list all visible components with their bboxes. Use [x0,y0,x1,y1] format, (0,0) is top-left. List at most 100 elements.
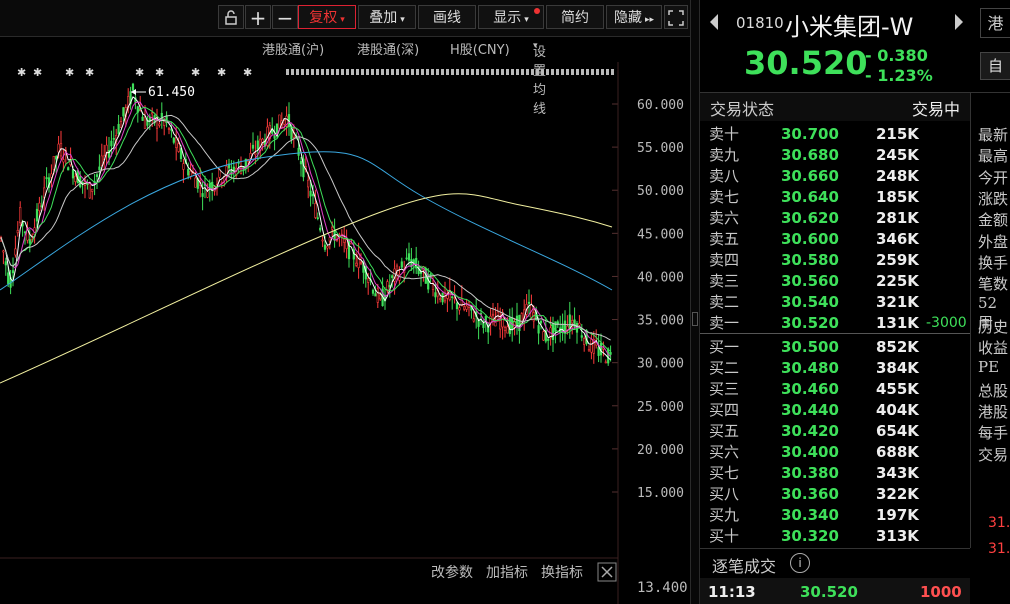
candle-body [57,143,60,153]
event-marker-icon [356,69,359,75]
ask-level-row[interactable]: 卖四 30.580 259K [700,250,970,271]
candle-body [587,349,591,352]
hide-button[interactable]: 隐藏 ▸▸ [606,5,662,29]
candle-body [453,297,456,300]
candle-body [16,230,19,234]
bid-level-row[interactable]: 买三 30.460 455K [700,379,970,400]
level-price: 30.580 [781,251,839,269]
y-tick-label: 45.000 [637,227,684,242]
ask-level-row[interactable]: 卖七 30.640 185K [700,187,970,208]
bid-level-row[interactable]: 买十 30.320 313K [700,526,970,547]
event-marker-icon [536,69,539,75]
event-marker-icon [441,69,444,75]
candle-body [88,182,91,199]
panel-splitter[interactable] [690,0,700,604]
zoom-in-button[interactable]: + [245,5,271,30]
candle-body [122,107,125,117]
ask-level-row[interactable]: 卖六 30.620 281K [700,208,970,229]
candle-body [326,246,329,249]
swap-indicator-link[interactable]: 换指标 [541,564,583,581]
bid-level-row[interactable]: 买二 30.480 384K [700,358,970,379]
hk-connect-sz-link[interactable]: 港股通(深) [357,39,419,58]
add-watchlist-button[interactable]: 自选 [980,52,1010,80]
event-marker-icon [491,69,494,75]
level-volume: 281K [876,209,919,227]
hk-connect-sh-link[interactable]: 港股通(沪) [262,39,324,58]
event-marker-icon [331,69,334,75]
info-icon[interactable]: i [790,553,810,573]
bid-level-row[interactable]: 买九 30.340 197K [700,505,970,526]
candle-body [182,163,185,170]
ask-level-row[interactable]: 卖八 30.660 248K [700,166,970,187]
event-marker-icon [396,69,399,75]
trading-status-label: 交易状态 [710,100,775,119]
candle-body [321,239,324,242]
draw-line-button[interactable]: 画线 [418,5,476,29]
display-button[interactable]: 显示 ▾ [478,5,544,29]
candle-body [23,231,27,234]
prev-stock-icon[interactable] [708,12,720,36]
event-marker-icon [531,69,534,75]
ask-level-row[interactable]: 卖九 30.680 245K [700,145,970,166]
adjust-button[interactable]: 复权 ▾ [298,5,356,29]
fullscreen-icon[interactable] [664,5,688,29]
candle-body [405,257,408,260]
y-tick-label: 60.000 [637,98,684,113]
lock-icon[interactable] [218,5,244,29]
h-share-cny-link[interactable]: H股(CNY) [450,39,510,58]
ask-level-row[interactable]: 卖三 30.560 225K [700,271,970,292]
candle-body [506,326,509,334]
bid-level-row[interactable]: 买八 30.360 322K [700,484,970,505]
market-tab[interactable]: 港 [980,8,1010,38]
event-marker-icon [306,69,309,75]
bid-level-row[interactable]: 买四 30.440 404K [700,400,970,421]
bid-level-row[interactable]: 买一 30.500 852K [700,337,970,358]
candle-body [45,177,48,180]
candle-body [67,167,70,171]
stat-label: 金额 [978,211,1009,230]
event-marker-icon [581,69,584,75]
edit-params-link[interactable]: 改参数 [431,564,473,581]
tick-time: 11:13 [708,583,756,601]
event-marker-icon: ✱ [85,66,94,79]
candle-body [583,338,586,345]
bid-level-row[interactable]: 买七 30.380 343K [700,463,970,484]
y-tick-label: 25.000 [637,400,684,415]
ask-level-row[interactable]: 卖五 30.600 346K [700,229,970,250]
kline-chart[interactable]: ✱ ✱ ✱ ✱ ✱ ✱ ✱ ✱ ✱ 61.450 60.000 55.000 50.000 45.00… [0,62,690,604]
candle-body [547,338,550,341]
next-stock-icon[interactable] [953,12,965,36]
event-marker-icon [551,69,554,75]
y-tick-label: 30.000 [637,357,684,372]
close-indicator-icon[interactable] [597,562,617,582]
ask-level-row[interactable]: 卖二 30.540 321K [700,292,970,313]
simple-button[interactable]: 简约 [546,5,604,29]
zoom-out-button[interactable]: − [272,5,298,30]
add-indicator-link[interactable]: 加指标 [486,565,528,581]
tick-volume: 1000 [920,583,962,601]
level-volume: 321K [876,293,919,311]
candle-body [508,317,511,335]
candle-body [463,306,466,310]
ask-level-row[interactable]: 卖一 30.520 131K -3000 [700,313,970,334]
level-volume: 654K [876,422,919,440]
bid-level-row[interactable]: 买五 30.420 654K [700,421,970,442]
event-marker-icon [591,69,594,75]
level-price: 30.340 [781,506,839,524]
event-marker-icon [426,69,429,75]
event-marker-icon: ✱ [65,66,74,79]
stat-label: 最高 [978,147,1009,166]
candle-body [568,314,571,329]
event-marker-icon [466,69,469,75]
candle-body [256,140,259,150]
level-price: 30.500 [781,338,839,356]
candle-body [443,287,447,302]
overlay-button[interactable]: 叠加 ▾ [358,5,416,29]
stat-label: 换手 [978,253,1009,272]
last-price: 30.520 [744,44,868,82]
event-marker-icon [286,69,289,75]
event-marker-icon [341,69,344,75]
ma120-line [0,151,613,291]
ask-level-row[interactable]: 卖十 30.700 215K [700,124,970,145]
bid-level-row[interactable]: 买六 30.400 688K [700,442,970,463]
